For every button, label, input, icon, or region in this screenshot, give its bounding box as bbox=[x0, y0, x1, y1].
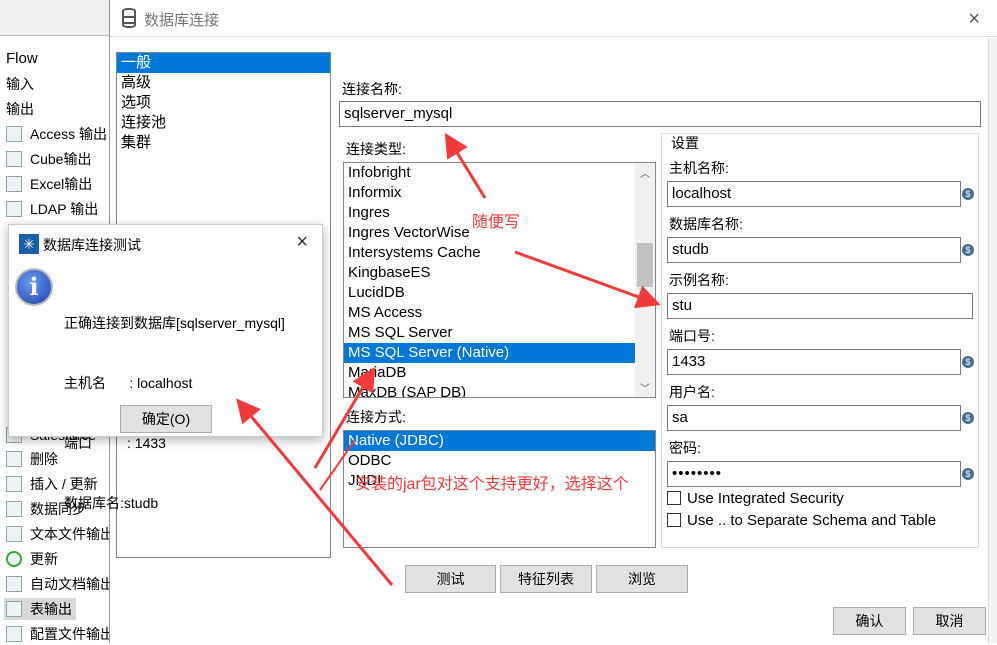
arrow-to-popup bbox=[236, 398, 394, 586]
annotation-jar-note: 安装的jar包对这个支持更好，选择这个 bbox=[355, 476, 629, 493]
arrow-to-conn-name bbox=[444, 132, 487, 199]
annotation-arrows bbox=[236, 132, 661, 586]
arrow-line bbox=[319, 439, 356, 491]
arrow-to-instance bbox=[514, 250, 661, 309]
arrow-to-native bbox=[313, 366, 376, 469]
annotation-name-note: 随便写 bbox=[472, 214, 521, 231]
